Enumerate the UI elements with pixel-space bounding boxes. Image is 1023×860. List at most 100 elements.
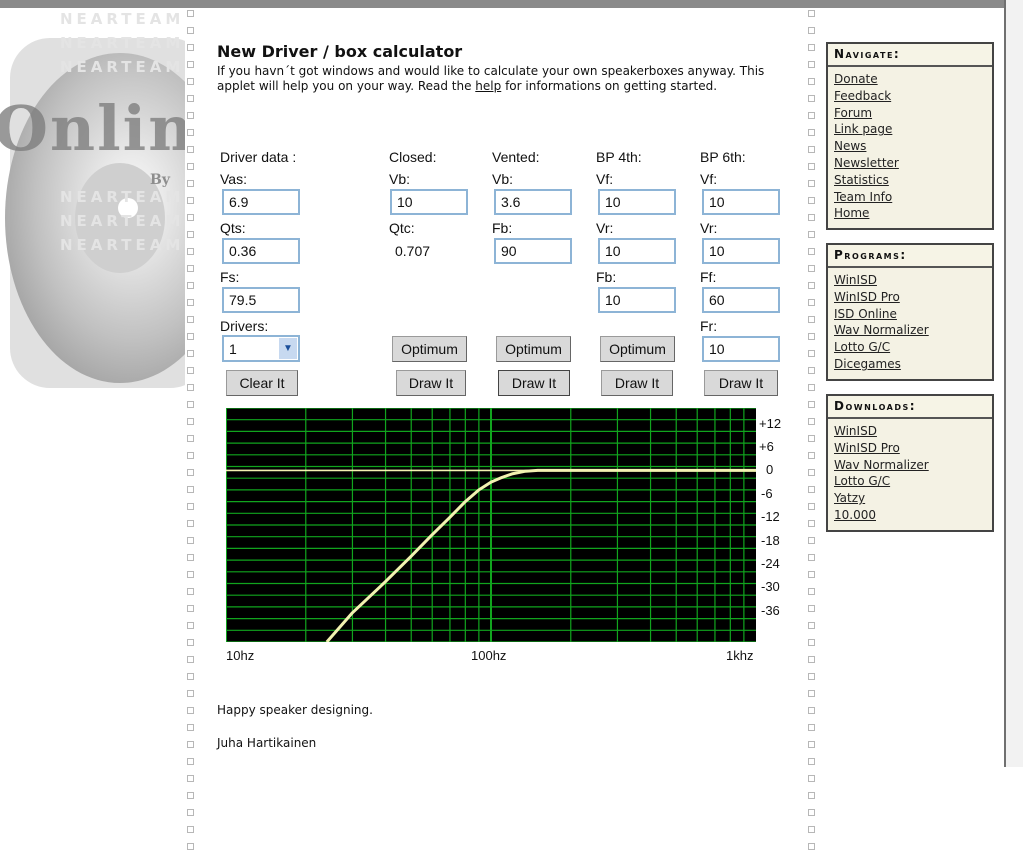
qtc-label: Qtc: (389, 220, 415, 236)
decorative-square (808, 792, 815, 799)
programs-links: WinISD WinISD Pro ISD Online Wav Normalizer… (828, 268, 992, 379)
decorative-square (187, 588, 194, 595)
decorative-square (808, 333, 815, 340)
navigate-links: Donate Feedback Forum Link page News Newslett… (828, 67, 992, 228)
site-logo-area: NEARTEAM NEARTEAM NEARTEAM NEARTEAM NEAR… (0, 8, 185, 767)
decorative-square (808, 197, 815, 204)
driver-data-heading: Driver data : (220, 149, 297, 165)
drivers-select[interactable]: 1 ▼ (222, 335, 300, 362)
bp6-vr-label: Vr: (700, 220, 718, 236)
decorative-square (187, 384, 194, 391)
bp4-vf-input[interactable]: 10 (598, 189, 676, 215)
bp4-draw-it-button[interactable]: Draw It (601, 370, 673, 396)
decorative-square (187, 554, 194, 561)
decorative-square (187, 350, 194, 357)
bp4-vr-input[interactable]: 10 (598, 238, 676, 264)
decorative-square (808, 809, 815, 816)
chevron-down-icon[interactable]: ▼ (279, 338, 297, 359)
decorative-square (808, 758, 815, 765)
decorative-square (808, 112, 815, 119)
decorative-square (808, 452, 815, 459)
navigate-link[interactable]: Team Info (834, 189, 986, 206)
download-link[interactable]: WinISD (834, 423, 986, 440)
navigate-link[interactable]: Feedback (834, 88, 986, 105)
decorative-square (187, 843, 194, 850)
decorative-square (808, 520, 815, 527)
fs-input[interactable]: 79.5 (222, 287, 300, 313)
decorative-square (187, 724, 194, 731)
download-link[interactable]: Yatzy (834, 490, 986, 507)
decorative-square (808, 554, 815, 561)
bp6-ff-input[interactable]: 60 (702, 287, 780, 313)
decorative-square (187, 690, 194, 697)
program-link[interactable]: Dicegames (834, 356, 986, 373)
watermark-text: NEARTEAM (60, 188, 185, 206)
footer-message: Happy speaker designing. (217, 703, 373, 717)
vented-vb-input[interactable]: 3.6 (494, 189, 572, 215)
decorative-square (187, 231, 194, 238)
navigate-panel: Navigate: Donate Feedback Forum Link page Ne… (826, 42, 994, 231)
closed-heading: Closed: (389, 149, 437, 165)
clear-it-button[interactable]: Clear It (226, 370, 298, 396)
decorative-square (808, 673, 815, 680)
vented-draw-it-button[interactable]: Draw It (498, 370, 570, 396)
decorative-square (808, 741, 815, 748)
decorative-square (187, 673, 194, 680)
decorative-square (187, 741, 194, 748)
bp4-optimum-button[interactable]: Optimum (600, 336, 675, 362)
download-link[interactable]: 10.000 (834, 507, 986, 524)
bp6-fr-label: Fr: (700, 318, 718, 334)
qtc-value: 0.707 (395, 243, 431, 259)
program-link[interactable]: Wav Normalizer (834, 322, 986, 339)
program-link[interactable]: Lotto G/C (834, 339, 986, 356)
navigate-link[interactable]: Link page (834, 121, 986, 138)
drivers-select-value: 1 (229, 341, 237, 357)
navigate-link[interactable]: Statistics (834, 172, 986, 189)
closed-vb-label: Vb: (389, 171, 411, 187)
decorative-square (187, 197, 194, 204)
scrollbar[interactable] (1004, 0, 1023, 767)
navigate-link[interactable]: Forum (834, 105, 986, 122)
vented-optimum-button[interactable]: Optimum (496, 336, 571, 362)
program-link[interactable]: WinISD (834, 272, 986, 289)
closed-optimum-button[interactable]: Optimum (392, 336, 467, 362)
closed-vb-input[interactable]: 10 (390, 189, 468, 215)
y-tick-label: -36 (761, 602, 780, 618)
decorative-square (187, 299, 194, 306)
navigate-link[interactable]: News (834, 138, 986, 155)
decorative-square (187, 758, 194, 765)
program-link[interactable]: WinISD Pro (834, 289, 986, 306)
bp4-fb-input[interactable]: 10 (598, 287, 676, 313)
decorative-square (808, 146, 815, 153)
bp6-vr-input[interactable]: 10 (702, 238, 780, 264)
window-top-border (0, 0, 1023, 8)
navigate-link[interactable]: Newsletter (834, 155, 986, 172)
decorative-square (808, 588, 815, 595)
programs-panel-title: Programs: (828, 245, 992, 268)
vas-input[interactable]: 6.9 (222, 189, 300, 215)
decorative-square (808, 214, 815, 221)
decorative-square (808, 61, 815, 68)
program-link[interactable]: ISD Online (834, 306, 986, 323)
decorative-square (187, 537, 194, 544)
navigate-link[interactable]: Donate (834, 71, 986, 88)
qts-input[interactable]: 0.36 (222, 238, 300, 264)
decorative-square (808, 180, 815, 187)
help-link[interactable]: help (475, 79, 501, 93)
downloads-panel: Downloads: WinISD WinISD Pro Wav Normalize… (826, 394, 994, 532)
download-link[interactable]: Wav Normalizer (834, 457, 986, 474)
bp6-draw-it-button[interactable]: Draw It (704, 370, 778, 396)
bp6-vf-input[interactable]: 10 (702, 189, 780, 215)
bp6-fr-input[interactable]: 10 (702, 336, 780, 362)
decorative-square (808, 231, 815, 238)
decorative-square (187, 503, 194, 510)
download-link[interactable]: Lotto G/C (834, 473, 986, 490)
bp6-ff-label: Ff: (700, 269, 717, 285)
vented-fb-input[interactable]: 90 (494, 238, 572, 264)
closed-draw-it-button[interactable]: Draw It (396, 370, 466, 396)
navigate-link[interactable]: Home (834, 205, 986, 222)
decorative-square (187, 265, 194, 272)
download-link[interactable]: WinISD Pro (834, 440, 986, 457)
x-tick-label: 1khz (726, 648, 754, 663)
frequency-response-chart (226, 408, 756, 642)
